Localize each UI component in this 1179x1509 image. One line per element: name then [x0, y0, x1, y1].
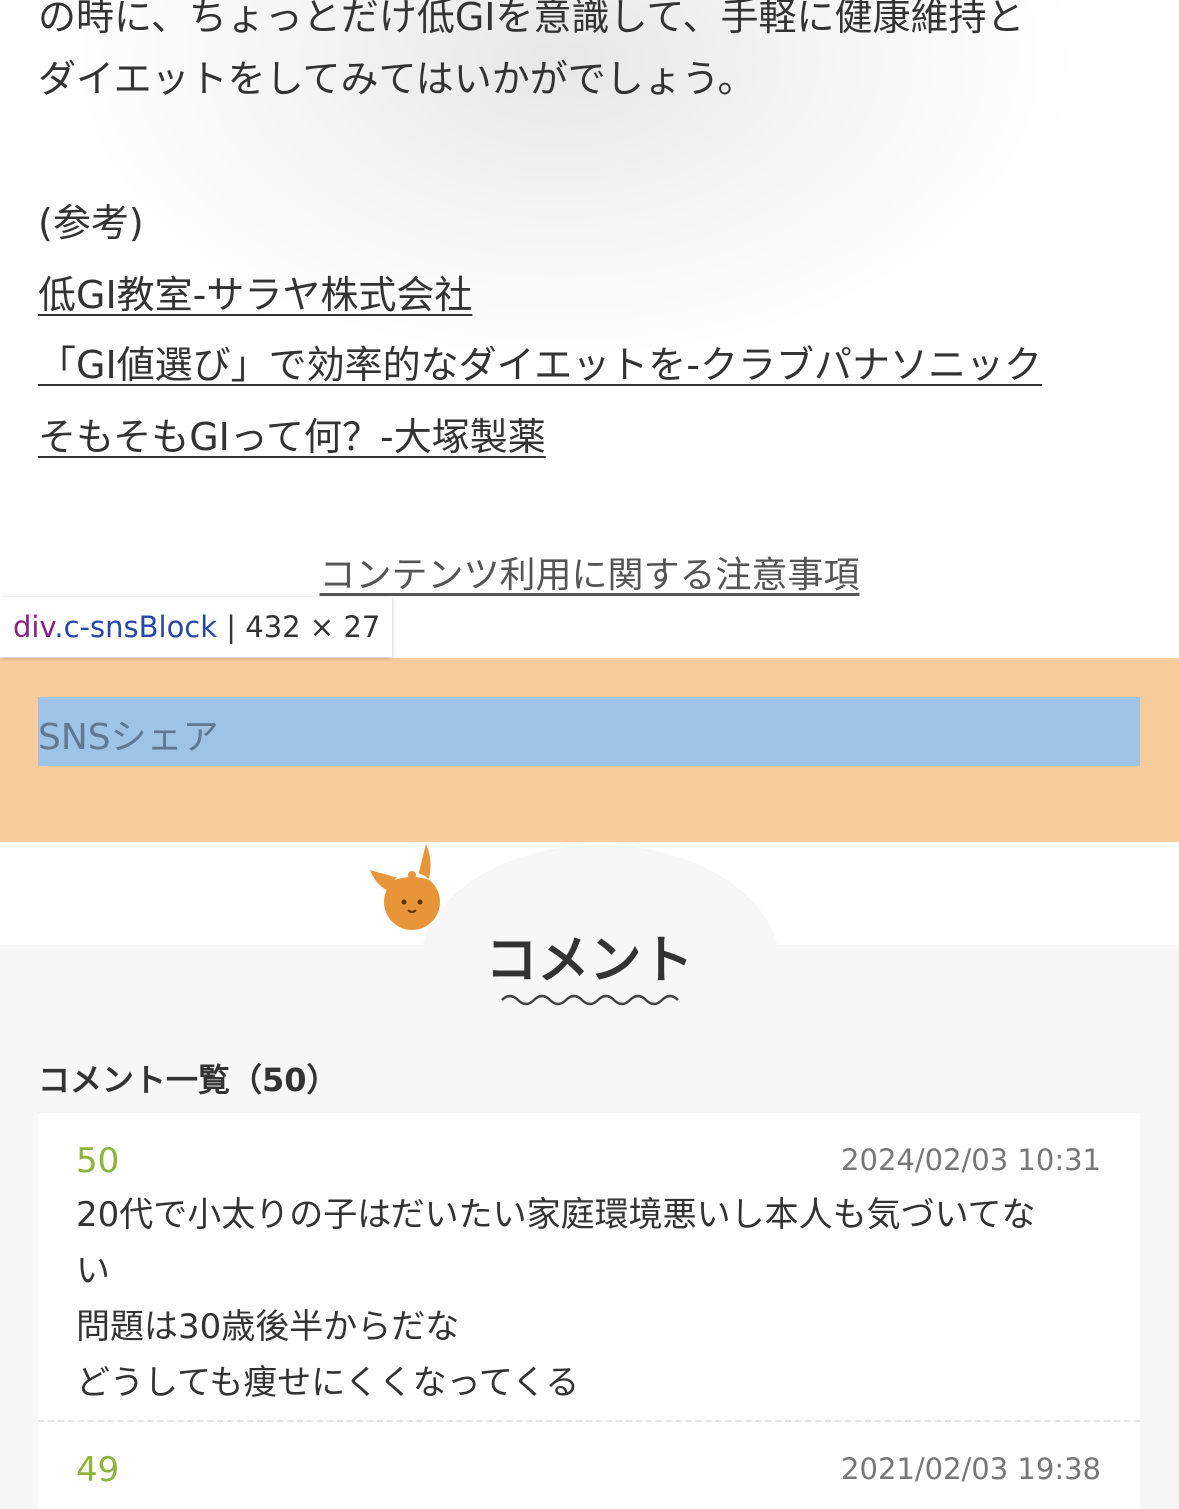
- devtools-element-tooltip: div.c-snsBlock | 432 × 27: [0, 597, 392, 657]
- comment-number[interactable]: 50: [76, 1141, 119, 1181]
- tooltip-class: .c-snsBlock: [54, 610, 218, 644]
- comments-title: コメント: [485, 931, 694, 991]
- comment-date: 2021/02/03 19:38: [841, 1452, 1101, 1486]
- reference-link-otsuka[interactable]: そもそもGIって何？-大塚製薬: [38, 418, 546, 456]
- article-text-line: の時に、ちょっとだけ低GIを意識して、手軽に健康維持と: [38, 0, 1025, 39]
- article-text-line: ダイエットをしてみてはいかがでしょう。: [38, 57, 756, 101]
- reference-link-saraya[interactable]: 低GI教室-サラヤ株式会社: [38, 276, 472, 314]
- sns-share-label: SNSシェア: [38, 717, 219, 758]
- comment-body-line: い: [76, 1251, 110, 1291]
- tooltip-separator: |: [217, 610, 246, 644]
- wave-divider-icon: [501, 994, 679, 1006]
- comment-body-line: どうしても痩せにくくなってくる: [76, 1363, 580, 1403]
- comment-body-line: 問題は30歳後半からだな: [76, 1307, 460, 1347]
- tooltip-size: 432 × 27: [245, 610, 381, 644]
- tooltip-tag: div: [13, 610, 55, 644]
- comment-number[interactable]: 49: [76, 1450, 119, 1490]
- reference-label: (参考): [38, 201, 144, 245]
- comment-body-line: 20代で小太りの子はだいたい家庭環境悪いし本人も気づいてな: [76, 1195, 1036, 1235]
- article-section: の時に、ちょっとだけ低GIを意識して、手軽に健康維持と ダイエットをしてみてはい…: [0, 0, 1179, 658]
- comment-divider: [38, 1420, 1140, 1422]
- reference-link-panasonic[interactable]: 「GI値選び」で効率的なダイエットを-クラブパナソニック: [38, 346, 1042, 384]
- content-usage-notice-link[interactable]: コンテンツ利用に関する注意事項: [0, 546, 1179, 598]
- comment-date: 2024/02/03 10:31: [841, 1143, 1101, 1177]
- comment-list-heading: コメント一覧（50）: [38, 1061, 339, 1099]
